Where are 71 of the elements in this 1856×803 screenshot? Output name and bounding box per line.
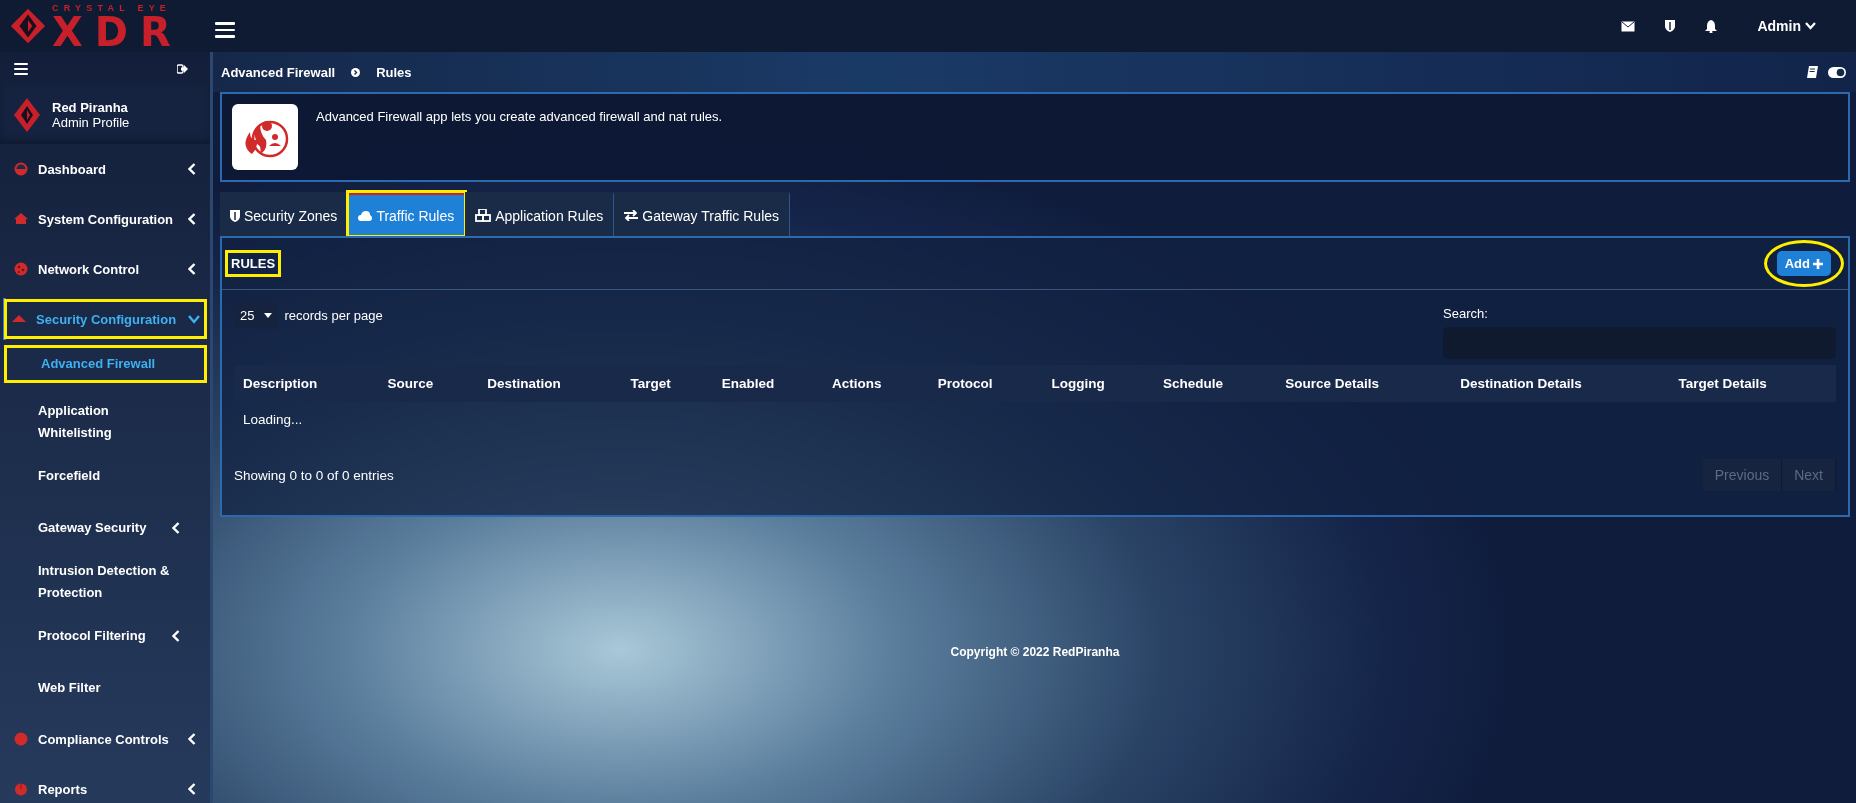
brand-name: XDR — [52, 13, 183, 50]
column-header: Schedule — [1154, 365, 1277, 402]
search-label: Search: — [1443, 306, 1489, 321]
chevron-left-icon — [188, 163, 196, 175]
panel-title: RULES — [226, 251, 281, 276]
submenu-item[interactable]: Forcefield — [0, 450, 210, 502]
tab[interactable]: Security Zones — [220, 192, 349, 236]
chevron-left-icon — [172, 630, 180, 642]
menu-icon[interactable] — [215, 20, 235, 40]
column-header: Logging — [1042, 365, 1155, 402]
chevron-down-icon — [1805, 22, 1816, 30]
firewall-app-icon — [232, 104, 298, 170]
breadcrumb-current: Rules — [376, 64, 412, 80]
plus-icon — [1813, 258, 1823, 269]
submenu-item[interactable]: Gateway Security — [0, 502, 210, 554]
submenu-item[interactable]: Application Whitelisting — [0, 394, 210, 450]
chevron-left-icon — [188, 783, 196, 795]
table-cell: Loading... — [234, 402, 1836, 437]
brand-tagline: CRYSTAL EYE — [52, 2, 173, 14]
submenu-item[interactable]: Web Filter — [0, 662, 210, 714]
page-length-dropdown[interactable]: 25 — [234, 302, 279, 329]
menu-item[interactable]: Security Configuration — [3, 298, 208, 340]
add-button[interactable]: Add — [1776, 251, 1831, 276]
description-text: Advanced Firewall app lets you create advanced firewall and nat rules. — [316, 109, 723, 124]
column-header: Source Details — [1276, 365, 1452, 402]
tab[interactable]: Traffic Rules — [348, 192, 466, 236]
globe-icon — [14, 262, 28, 276]
submenu-item[interactable]: Advanced Firewall — [3, 344, 208, 384]
house-icon — [14, 212, 28, 226]
toggle-icon[interactable] — [1828, 66, 1846, 78]
logo-icon — [14, 98, 40, 132]
column-header: Destination — [478, 365, 622, 402]
sign-out-icon[interactable] — [177, 64, 188, 74]
circle-arrow-icon — [351, 67, 361, 77]
submenu-item[interactable]: Protocol Filtering — [0, 610, 210, 662]
bell-icon — [1705, 19, 1718, 33]
column-header: Target Details — [1669, 365, 1836, 402]
user-menu[interactable]: Admin — [1757, 18, 1816, 34]
menu-item[interactable]: Network Control — [0, 244, 210, 294]
column-header: Destination Details — [1451, 365, 1670, 402]
mail-icon — [1621, 20, 1636, 32]
tab[interactable]: Gateway Traffic Rules — [614, 192, 791, 236]
profile-name: Red Piranha — [52, 100, 129, 115]
submenu-item[interactable]: Intrusion Detection & Protection — [0, 554, 210, 610]
cloud-icon — [358, 210, 373, 221]
circle-icon — [14, 782, 28, 796]
column-header: Target — [621, 365, 713, 402]
shield-icon — [230, 209, 240, 222]
chevron-left-icon — [172, 522, 180, 534]
tab[interactable]: Application Rules — [465, 192, 615, 236]
chevron-left-icon — [188, 733, 196, 745]
gauge-icon — [14, 162, 28, 176]
circle-icon — [14, 732, 28, 746]
chevron-left-icon — [188, 263, 196, 275]
exchange-icon — [624, 210, 639, 221]
shield-icon — [1665, 20, 1676, 32]
menu-item[interactable]: Reports — [0, 764, 210, 803]
cubes-icon — [475, 209, 492, 222]
book-icon — [1807, 66, 1818, 78]
menu-item[interactable]: Compliance Controls — [0, 714, 210, 764]
menu-item[interactable]: Dashboard — [0, 144, 210, 194]
page-length-label: records per page — [284, 308, 383, 323]
chevron-left-icon — [188, 213, 196, 225]
caret-down-icon — [264, 313, 273, 318]
copyright-text: Copyright © 2022 RedPiranha — [950, 645, 1120, 659]
chevron-down-icon — [188, 314, 200, 324]
menu-item[interactable]: System Configuration — [0, 194, 210, 244]
breadcrumb-link[interactable]: Advanced Firewall — [221, 64, 336, 80]
menu-icon[interactable] — [14, 61, 28, 77]
entries-info: Showing 0 to 0 of 0 entries — [234, 467, 394, 483]
profile-role: Admin Profile — [52, 115, 130, 130]
